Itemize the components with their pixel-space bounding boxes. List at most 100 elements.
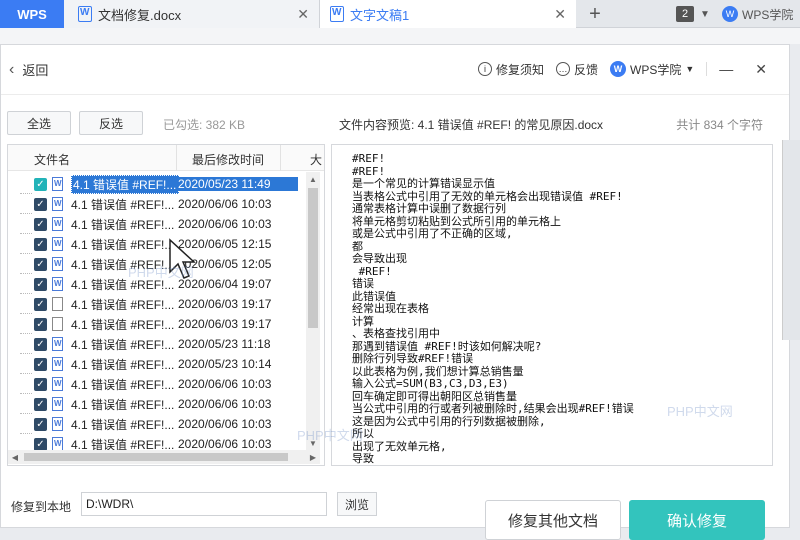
preview-line: 经常出现在表格 — [352, 302, 429, 315]
word-doc-icon — [52, 197, 63, 211]
vertical-scrollbar[interactable]: ▲ ▼ — [306, 172, 320, 450]
preview-line: #REF! — [352, 264, 392, 278]
word-doc-icon — [52, 397, 63, 411]
scroll-up-icon[interactable]: ▲ — [306, 172, 320, 186]
word-doc-icon — [52, 357, 63, 371]
scroll-left-icon[interactable]: ◀ — [8, 450, 22, 464]
file-name: 4.1 错误值 #REF!... — [71, 337, 175, 352]
tree-connector — [20, 354, 32, 374]
checkbox-checked-icon[interactable]: ✓ — [34, 197, 47, 211]
preview-line: 导致 — [352, 452, 374, 465]
chevron-down-icon[interactable]: ▼ — [698, 0, 712, 28]
char-count: 共计 834 个字符 — [676, 118, 763, 132]
menu-bar — [0, 28, 800, 44]
column-divider[interactable] — [280, 145, 281, 171]
checkbox-checked-icon[interactable]: ✓ — [34, 337, 47, 351]
browse-button[interactable]: 浏览 — [337, 492, 377, 516]
checked-size-text: 已勾选: 382 KB — [163, 118, 246, 132]
preview-line: #REF! — [352, 152, 386, 165]
save-path-label: 修复到本地 — [11, 500, 72, 514]
academy-label: WPS学院 — [742, 7, 794, 22]
select-all-button[interactable]: 全选 — [7, 111, 71, 135]
horizontal-scrollbar[interactable]: ◀ ▶ — [8, 450, 320, 464]
file-row[interactable]: ✓ 4.1 错误值 #REF!...2020/06/06 10:03 — [8, 214, 304, 234]
scroll-down-icon[interactable]: ▼ — [306, 436, 320, 450]
file-list-header: 文件名 最后修改时间 大 — [8, 145, 324, 171]
dropdown-icon: ▼ — [685, 64, 695, 74]
checkbox-checked-icon[interactable]: ✓ — [34, 217, 47, 231]
new-tab-button[interactable]: + — [580, 0, 610, 28]
column-header-date[interactable]: 最后修改时间 — [192, 151, 264, 168]
column-header-name[interactable]: 文件名 — [34, 151, 70, 168]
background-panel — [782, 140, 800, 340]
checkbox-checked-icon[interactable]: ✓ — [34, 277, 47, 291]
checkbox-checked-icon[interactable]: ✓ — [34, 437, 47, 451]
file-date: 2020/06/03 19:17 — [178, 297, 272, 311]
checkbox-checked-icon[interactable]: ✓ — [34, 397, 47, 411]
file-name: 4.1 错误值 #REF!... — [71, 257, 175, 272]
tab-wps-home[interactable]: WPS — [0, 0, 64, 28]
tree-connector — [20, 294, 32, 314]
preview-line: 这是因为公式中引用的行列数据被删除, — [352, 414, 546, 428]
preview-line: 会导致出现 — [352, 252, 407, 265]
file-row[interactable]: ✓4.1 错误值 #REF!...2020/06/05 12:15 — [8, 234, 304, 254]
checkbox-checked-icon[interactable]: ✓ — [34, 237, 47, 251]
tree-connector — [20, 394, 32, 414]
file-name: 4.1 错误值 #REF!... — [71, 237, 175, 252]
file-row[interactable]: ✓ 4.1 错误值 #REF!...2020/05/23 11:18 — [8, 334, 304, 354]
chevron-left-icon: ‹ — [9, 60, 15, 78]
checkbox-checked-icon[interactable]: ✓ — [34, 177, 47, 191]
repair-notice-label: 修复须知 — [495, 62, 544, 77]
preview-pane[interactable]: #REF! #REF! 是一个常见的计算错误显示值 当表格公式中引用了无效的单元格会出… — [331, 144, 773, 466]
file-row[interactable]: ✓ 4.1 错误值 #REF!...2020/06/06 10:03 — [8, 374, 304, 394]
wps-academy-link[interactable]: W WPS学院 — [722, 0, 800, 28]
file-row[interactable]: ✓4.1 错误值 #REF!...2020/06/04 19:07 — [8, 274, 304, 294]
preview-line: 错误 — [352, 277, 374, 290]
back-button[interactable]: ‹ 返回 — [9, 60, 48, 79]
scrollbar-thumb[interactable] — [24, 453, 288, 461]
invert-selection-button[interactable]: 反选 — [79, 111, 143, 135]
tree-connector — [20, 274, 32, 294]
word-doc-icon — [52, 437, 63, 451]
checkbox-checked-icon[interactable]: ✓ — [34, 417, 47, 431]
minimize-icon[interactable]: — — [719, 61, 733, 77]
repair-notice-button[interactable]: i 修复须知 — [477, 61, 544, 78]
column-divider[interactable] — [176, 145, 177, 171]
file-row[interactable]: ✓ 4.1 错误值 #REF!... 2020/06/03 19:17 — [8, 294, 304, 314]
file-row[interactable]: ✓ 4.1 错误值 #REF!...2020/06/06 10:03 — [8, 394, 304, 414]
tab-text-doc[interactable]: 文字文稿1 ✕ — [320, 0, 576, 28]
checkbox-checked-icon[interactable]: ✓ — [34, 377, 47, 391]
file-row[interactable]: ✓ 4.1 错误值 #REF!...2020/05/23 11:49 — [8, 174, 304, 194]
file-row[interactable]: ✓ 4.1 错误值 #REF!... 2020/06/03 19:17 — [8, 314, 304, 334]
preview-line: 或是公式中引用了不正确的区域, — [352, 227, 513, 240]
wps-logo-icon: W — [610, 61, 626, 77]
repair-other-button[interactable]: 修复其他文档 — [485, 500, 621, 540]
tab-label: 文字文稿1 — [350, 7, 410, 23]
scrollbar-thumb[interactable] — [308, 188, 318, 328]
window-count-badge[interactable]: 2 — [676, 6, 694, 22]
word-doc-icon — [52, 257, 63, 271]
file-row[interactable]: ✓ 4.1 错误值 #REF!...2020/05/23 10:14 — [8, 354, 304, 374]
close-icon[interactable]: ✕ — [297, 6, 309, 23]
word-doc-icon — [52, 337, 63, 351]
file-row[interactable]: ✓ 4.1 错误值 #REF!...2020/06/06 10:03 — [8, 414, 304, 434]
tab-document-repair[interactable]: 文档修复.docx ✕ — [64, 0, 320, 28]
file-name: 4.1 错误值 #REF!... — [71, 377, 175, 392]
file-row[interactable]: ✓ 4.1 错误值 #REF!...2020/06/06 10:03 — [8, 194, 304, 214]
scroll-right-icon[interactable]: ▶ — [306, 450, 320, 464]
confirm-repair-button[interactable]: 确认修复 — [629, 500, 765, 540]
file-row[interactable]: ✓4.1 错误值 #REF!...2020/06/05 12:05 — [8, 254, 304, 274]
checkbox-checked-icon[interactable]: ✓ — [34, 257, 47, 271]
checkbox-checked-icon[interactable]: ✓ — [34, 297, 47, 311]
save-path-input[interactable]: D:\WDR\ — [81, 492, 327, 516]
close-icon[interactable]: ✕ — [554, 6, 566, 23]
word-doc-icon — [52, 177, 63, 191]
wps-academy-button[interactable]: W WPS学院 ▼ — [610, 61, 694, 78]
feedback-button[interactable]: … 反馈 — [555, 61, 598, 78]
checkbox-checked-icon[interactable]: ✓ — [34, 317, 47, 331]
file-date: 2020/05/23 10:14 — [178, 357, 272, 371]
close-icon[interactable]: ✕ — [755, 61, 767, 78]
file-date: 2020/05/23 11:18 — [178, 337, 271, 351]
checkbox-checked-icon[interactable]: ✓ — [34, 357, 47, 371]
column-header-size[interactable]: 大 — [310, 151, 322, 168]
